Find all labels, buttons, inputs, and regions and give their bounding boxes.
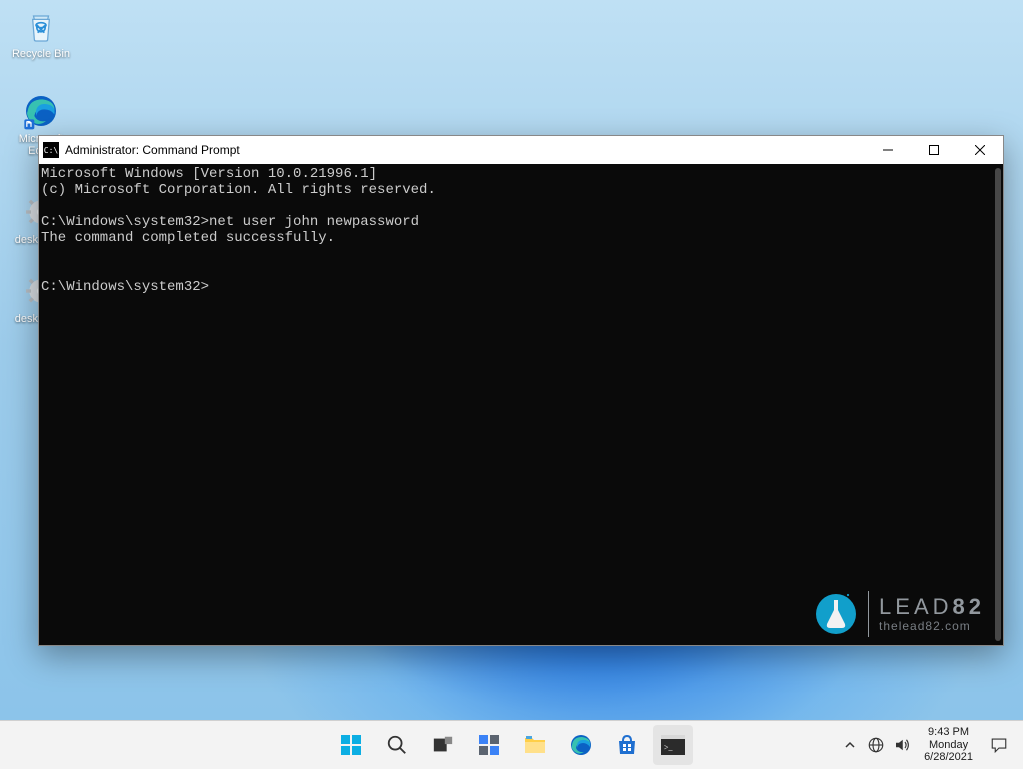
edge-icon bbox=[569, 733, 593, 757]
watermark-brand: LEAD bbox=[879, 594, 952, 619]
network-button[interactable] bbox=[864, 725, 888, 765]
chat-icon bbox=[990, 736, 1008, 754]
store-button[interactable] bbox=[607, 725, 647, 765]
system-tray: 9:43 PM Monday 6/28/2021 bbox=[838, 725, 1015, 765]
terminal-line: Microsoft Windows [Version 10.0.21996.1] bbox=[41, 166, 377, 182]
watermark-url: thelead82.com bbox=[879, 620, 985, 634]
terminal-line: The command completed successfully. bbox=[41, 230, 335, 246]
terminal-scrollbar[interactable] bbox=[995, 168, 1001, 641]
svg-text:>_: >_ bbox=[664, 743, 674, 752]
close-button[interactable] bbox=[957, 136, 1003, 164]
recycle-bin-icon[interactable]: Recycle Bin bbox=[6, 6, 76, 61]
command-prompt-window[interactable]: C:\ Administrator: Command Prompt Micros… bbox=[38, 135, 1004, 646]
start-icon bbox=[339, 733, 363, 757]
clock-date: 6/28/2021 bbox=[924, 751, 973, 764]
window-buttons bbox=[865, 136, 1003, 164]
clock-day: Monday bbox=[929, 739, 968, 752]
watermark: LEAD82 thelead82.com bbox=[814, 591, 985, 637]
notifications-button[interactable] bbox=[983, 725, 1015, 765]
task-view-button[interactable] bbox=[423, 725, 463, 765]
widgets-button[interactable] bbox=[469, 725, 509, 765]
speaker-icon bbox=[893, 736, 911, 754]
widgets-icon bbox=[477, 733, 501, 757]
window-title: Administrator: Command Prompt bbox=[65, 143, 240, 157]
taskbar-clock[interactable]: 9:43 PM Monday 6/28/2021 bbox=[916, 726, 981, 764]
terminal-line: C:\Windows\system32> bbox=[41, 279, 209, 295]
sound-button[interactable] bbox=[890, 725, 914, 765]
folder-icon bbox=[523, 734, 547, 756]
clock-time: 9:43 PM bbox=[928, 726, 969, 739]
maximize-button[interactable] bbox=[911, 136, 957, 164]
terminal-line: C:\Windows\system32>net user john newpas… bbox=[41, 214, 419, 230]
flask-icon bbox=[814, 592, 858, 636]
edge-icon bbox=[21, 91, 61, 131]
chevron-up-icon bbox=[844, 739, 856, 751]
taskbar: >_ 9:43 PM Monday 6/28/2021 bbox=[0, 720, 1023, 769]
desktop-wallpaper[interactable]: Recycle Bin Microsoft Edge desktop.ini bbox=[0, 0, 1023, 769]
tray-overflow-button[interactable] bbox=[838, 725, 862, 765]
start-button[interactable] bbox=[331, 725, 371, 765]
terminal-area[interactable]: Microsoft Windows [Version 10.0.21996.1]… bbox=[39, 164, 1003, 645]
edge-button[interactable] bbox=[561, 725, 601, 765]
store-icon bbox=[615, 733, 639, 757]
watermark-brand-bold: 82 bbox=[953, 594, 985, 619]
window-titlebar[interactable]: C:\ Administrator: Command Prompt bbox=[39, 136, 1003, 164]
terminal-line: (c) Microsoft Corporation. All rights re… bbox=[41, 182, 436, 198]
search-icon bbox=[386, 734, 408, 756]
recycle-bin-label: Recycle Bin bbox=[6, 48, 76, 61]
taskview-icon bbox=[432, 734, 454, 756]
trash-icon bbox=[21, 6, 61, 46]
taskbar-center: >_ bbox=[331, 725, 693, 765]
search-button[interactable] bbox=[377, 725, 417, 765]
file-explorer-button[interactable] bbox=[515, 725, 555, 765]
minimize-button[interactable] bbox=[865, 136, 911, 164]
cmd-icon: >_ bbox=[661, 735, 685, 755]
cmd-titlebar-icon: C:\ bbox=[43, 142, 59, 158]
command-prompt-button[interactable]: >_ bbox=[653, 725, 693, 765]
globe-icon bbox=[867, 736, 885, 754]
